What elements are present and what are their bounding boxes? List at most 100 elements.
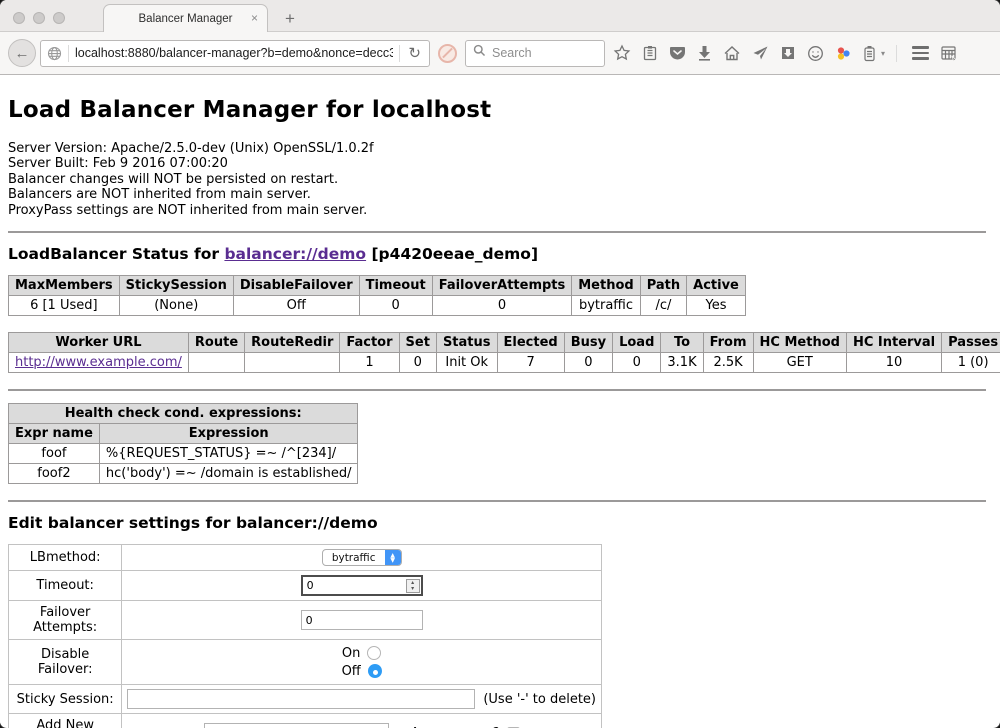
divider	[8, 231, 986, 233]
extension-colors-icon[interactable]	[835, 45, 852, 62]
server-info: Server Version: Apache/2.5.0-dev (Unix) …	[8, 141, 990, 218]
close-tab-icon[interactable]: ×	[251, 11, 258, 25]
notice-persist: Balancer changes will NOT be persisted o…	[8, 172, 990, 187]
failover-attempts-input[interactable]	[301, 610, 423, 630]
cell-busy: 0	[564, 353, 612, 373]
cell-method: bytraffic	[572, 296, 640, 316]
table-header-row: Expr name Expression	[9, 424, 358, 444]
table-title-row: Health check cond. expressions:	[9, 404, 358, 424]
addon-page-icon[interactable]	[940, 45, 958, 62]
form-row-lbmethod: LBmethod: bytraffic ▲▼	[9, 545, 602, 571]
table-row: 6 [1 Used] (None) Off 0 0 bytraffic /c/ …	[9, 296, 746, 316]
lbmethod-select[interactable]: bytraffic ▲▼	[322, 549, 402, 566]
col-path: Path	[640, 276, 686, 296]
cell-load: 0	[613, 353, 661, 373]
home-icon[interactable]	[723, 45, 741, 61]
cell-route	[188, 353, 244, 373]
tab-balancer-manager[interactable]: Balancer Manager ×	[103, 4, 268, 32]
window-controls[interactable]	[13, 12, 65, 24]
zoom-window-button[interactable]	[53, 12, 65, 24]
globe-icon[interactable]	[47, 46, 62, 61]
minimize-window-button[interactable]	[33, 12, 45, 24]
lbmethod-label: LBmethod:	[9, 545, 122, 571]
col-disablefailover: DisableFailover	[233, 276, 359, 296]
server-built: Server Built: Feb 9 2016 07:00:20	[8, 156, 990, 171]
menu-icon[interactable]	[912, 46, 929, 60]
sticky-session-input[interactable]	[127, 689, 475, 709]
pocket-icon[interactable]	[669, 45, 686, 61]
table-row: foof2 hc('body') =~ /domain is establish…	[9, 464, 358, 484]
cell-disablefailover: Off	[233, 296, 359, 316]
close-window-button[interactable]	[13, 12, 25, 24]
back-button[interactable]: ←	[8, 39, 36, 67]
cell-status: Init Ok	[436, 353, 497, 373]
cell-from: 2.5K	[703, 353, 753, 373]
col-maxmembers: MaxMembers	[9, 276, 120, 296]
col-hc-method: HC Method	[753, 333, 846, 353]
col-set: Set	[399, 333, 436, 353]
col-passes: Passes	[942, 333, 1000, 353]
col-hc-interval: HC Interval	[846, 333, 941, 353]
col-stickysession: StickySession	[119, 276, 233, 296]
reload-icon[interactable]: ↻	[406, 44, 423, 62]
radio-off-label: Off	[342, 664, 361, 679]
col-active: Active	[687, 276, 746, 296]
col-worker-url: Worker URL	[9, 333, 189, 353]
search-bar[interactable]	[465, 40, 605, 67]
disable-failover-on-radio[interactable]	[367, 646, 381, 660]
form-row-add-worker: Add New Worker: Are you sure?	[9, 714, 602, 728]
battery-extension-icon[interactable]	[863, 45, 876, 62]
cell-active: Yes	[687, 296, 746, 316]
form-row-sticky-session: Sticky Session: (Use '-' to delete)	[9, 685, 602, 714]
timeout-label: Timeout:	[9, 571, 122, 601]
worker-table: Worker URL Route RouteRedir Factor Set S…	[8, 332, 1000, 373]
url-separator	[399, 45, 400, 62]
server-version: Server Version: Apache/2.5.0-dev (Unix) …	[8, 141, 990, 156]
feedback-smiley-icon[interactable]	[807, 45, 824, 62]
table-row: http://www.example.com/ 1 0 Init Ok 7 0 …	[9, 353, 1000, 373]
notice-proxypass: ProxyPass settings are NOT inherited fro…	[8, 203, 990, 218]
url-bar[interactable]: localhost:8880/balancer-manager?b=demo&n…	[40, 40, 430, 67]
col-elected: Elected	[497, 333, 564, 353]
form-row-failover-attempts: Failover Attempts:	[9, 601, 602, 640]
col-factor: Factor	[340, 333, 399, 353]
cell-routeredir	[245, 353, 340, 373]
col-routeredir: RouteRedir	[245, 333, 340, 353]
bookmarks-menu-icon[interactable]	[642, 45, 658, 62]
search-input[interactable]	[492, 46, 582, 60]
cell-failoverattempts: 0	[432, 296, 572, 316]
col-busy: Busy	[564, 333, 612, 353]
disable-failover-off-radio[interactable]	[368, 664, 382, 678]
worker-url-link[interactable]: http://www.example.com/	[15, 355, 182, 370]
timeout-input[interactable]	[301, 575, 423, 596]
cell-set: 0	[399, 353, 436, 373]
status-heading-suffix: [p4420eeae_demo]	[366, 245, 538, 263]
url-text[interactable]: localhost:8880/balancer-manager?b=demo&n…	[75, 46, 393, 60]
cell-to: 3.1K	[661, 353, 703, 373]
chevron-down-icon[interactable]: ▾	[881, 49, 885, 58]
health-check-table: Health check cond. expressions: Expr nam…	[8, 403, 358, 484]
table-row: foof %{REQUEST_STATUS} =~ /^[234]/	[9, 444, 358, 464]
cell-expr-name: foof2	[9, 464, 100, 484]
number-spinner-icon[interactable]: ▴▾	[406, 579, 420, 593]
toolbar-separator	[896, 45, 897, 62]
balancer-demo-link[interactable]: balancer://demo	[224, 245, 366, 263]
save-page-icon[interactable]	[780, 45, 796, 61]
tab-bar: Balancer Manager × +	[0, 0, 1000, 32]
send-tab-icon[interactable]	[752, 45, 769, 61]
new-tab-button[interactable]: +	[278, 9, 302, 29]
cell-hc-method: GET	[753, 353, 846, 373]
cell-stickysession: (None)	[119, 296, 233, 316]
col-load: Load	[613, 333, 661, 353]
sticky-session-hint: (Use '-' to delete)	[483, 692, 596, 707]
col-failoverattempts: FailoverAttempts	[432, 276, 572, 296]
table-header-row: MaxMembers StickySession DisableFailover…	[9, 276, 746, 296]
status-heading-prefix: LoadBalancer Status for	[8, 245, 224, 263]
page-title: Load Balancer Manager for localhost	[8, 97, 990, 123]
add-worker-input[interactable]	[204, 723, 389, 728]
lbmethod-selected-value: bytraffic	[323, 552, 385, 564]
content-blocked-icon[interactable]	[438, 44, 457, 63]
select-stepper-icon: ▲▼	[385, 549, 401, 566]
downloads-icon[interactable]	[697, 45, 712, 61]
bookmark-star-icon[interactable]	[613, 44, 631, 62]
